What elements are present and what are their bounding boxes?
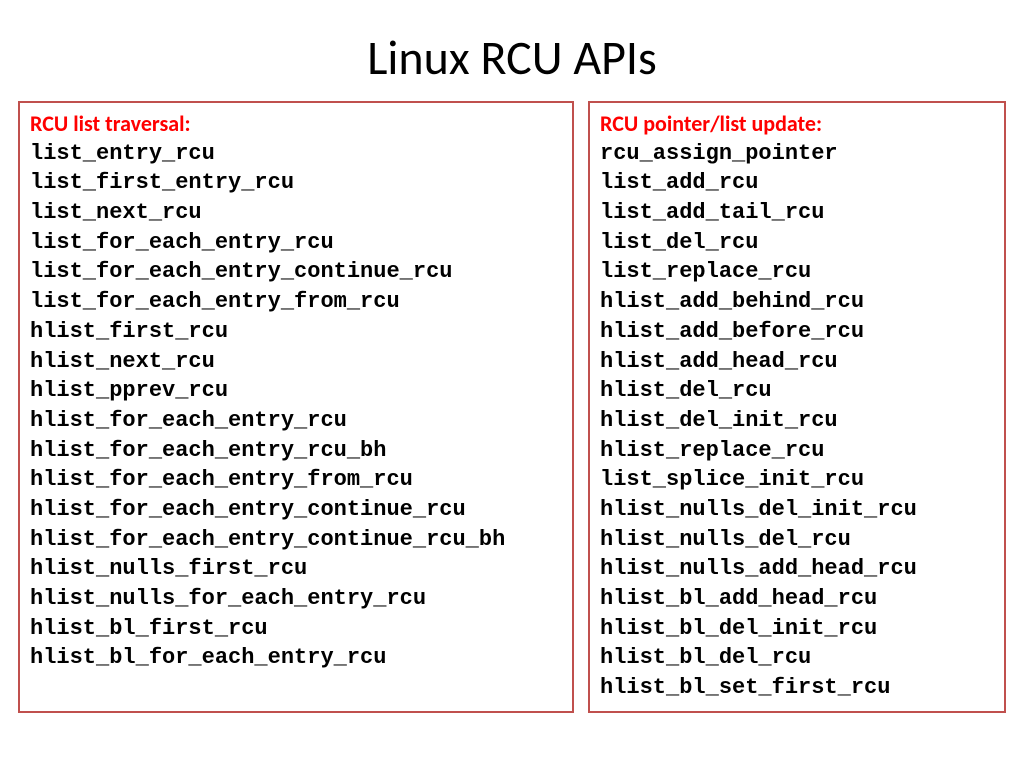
api-item: hlist_del_init_rcu <box>600 406 994 436</box>
api-item: list_replace_rcu <box>600 257 994 287</box>
api-item: hlist_first_rcu <box>30 317 562 347</box>
right-list: rcu_assign_pointerlist_add_rculist_add_t… <box>600 139 994 703</box>
api-item: list_entry_rcu <box>30 139 562 169</box>
api-item: hlist_bl_del_rcu <box>600 643 994 673</box>
left-list: list_entry_rculist_first_entry_rculist_n… <box>30 139 562 673</box>
api-item: list_next_rcu <box>30 198 562 228</box>
api-item: hlist_bl_set_first_rcu <box>600 673 994 703</box>
api-item: hlist_for_each_entry_rcu <box>30 406 562 436</box>
api-item: hlist_replace_rcu <box>600 436 994 466</box>
api-item: hlist_nulls_add_head_rcu <box>600 554 994 584</box>
api-item: hlist_for_each_entry_continue_rcu_bh <box>30 525 562 555</box>
api-item: list_for_each_entry_from_rcu <box>30 287 562 317</box>
api-item: hlist_next_rcu <box>30 347 562 377</box>
api-item: list_for_each_entry_rcu <box>30 228 562 258</box>
api-item: hlist_pprev_rcu <box>30 376 562 406</box>
api-item: list_first_entry_rcu <box>30 168 562 198</box>
left-box-header: RCU list traversal: <box>30 109 562 139</box>
left-box: RCU list traversal: list_entry_rculist_f… <box>18 101 574 713</box>
api-item: rcu_assign_pointer <box>600 139 994 169</box>
api-item: hlist_add_behind_rcu <box>600 287 994 317</box>
api-item: list_del_rcu <box>600 228 994 258</box>
api-item: hlist_nulls_for_each_entry_rcu <box>30 584 562 614</box>
api-item: hlist_for_each_entry_rcu_bh <box>30 436 562 466</box>
api-item: hlist_for_each_entry_from_rcu <box>30 465 562 495</box>
api-item: hlist_bl_first_rcu <box>30 614 562 644</box>
api-item: list_add_tail_rcu <box>600 198 994 228</box>
api-item: hlist_add_head_rcu <box>600 347 994 377</box>
api-item: hlist_for_each_entry_continue_rcu <box>30 495 562 525</box>
api-item: list_add_rcu <box>600 168 994 198</box>
api-item: hlist_nulls_first_rcu <box>30 554 562 584</box>
api-item: hlist_bl_for_each_entry_rcu <box>30 643 562 673</box>
api-item: hlist_nulls_del_init_rcu <box>600 495 994 525</box>
api-item: list_splice_init_rcu <box>600 465 994 495</box>
api-item: hlist_bl_del_init_rcu <box>600 614 994 644</box>
api-item: list_for_each_entry_continue_rcu <box>30 257 562 287</box>
api-item: hlist_add_before_rcu <box>600 317 994 347</box>
columns-container: RCU list traversal: list_entry_rculist_f… <box>0 101 1024 713</box>
page-title: Linux RCU APIs <box>0 0 1024 101</box>
right-box-header: RCU pointer/list update: <box>600 109 994 139</box>
api-item: hlist_nulls_del_rcu <box>600 525 994 555</box>
api-item: hlist_del_rcu <box>600 376 994 406</box>
right-box: RCU pointer/list update: rcu_assign_poin… <box>588 101 1006 713</box>
api-item: hlist_bl_add_head_rcu <box>600 584 994 614</box>
